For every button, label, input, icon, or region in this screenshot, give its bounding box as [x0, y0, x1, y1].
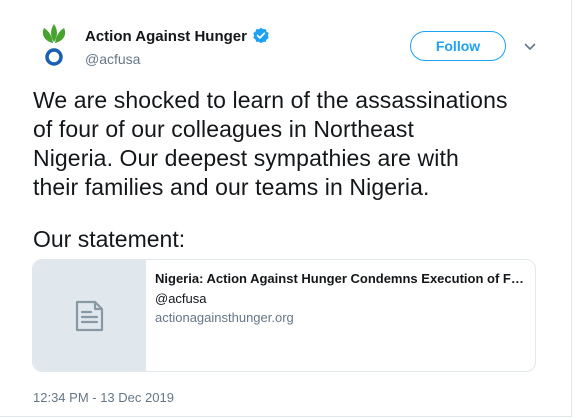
tweet-text-statement: Our statement: [33, 226, 186, 252]
account-name-row: Action Against Hunger [85, 27, 270, 45]
verified-badge-icon [252, 27, 270, 45]
follow-button[interactable]: Follow [410, 31, 506, 61]
card-handle: @acfusa [155, 291, 207, 306]
tweet-container: Action Against Hunger @acfusa Follow We … [0, 0, 572, 417]
link-preview-card[interactable]: Nigeria: Action Against Hunger Condemns … [32, 259, 536, 372]
avatar[interactable] [36, 23, 72, 67]
card-title[interactable]: Nigeria: Action Against Hunger Condemns … [155, 271, 525, 286]
chevron-down-icon[interactable] [523, 40, 537, 54]
card-thumbnail [33, 260, 146, 371]
account-handle[interactable]: @acfusa [85, 51, 140, 67]
tweet-timestamp[interactable]: 12:34 PM - 13 Dec 2019 [33, 390, 174, 405]
action-against-hunger-logo-icon [42, 24, 66, 66]
document-icon [75, 300, 104, 332]
account-name[interactable]: Action Against Hunger [85, 28, 247, 45]
tweet-text: We are shocked to learn of the assassina… [33, 87, 508, 200]
card-domain: actionagainsthunger.org [155, 310, 294, 325]
